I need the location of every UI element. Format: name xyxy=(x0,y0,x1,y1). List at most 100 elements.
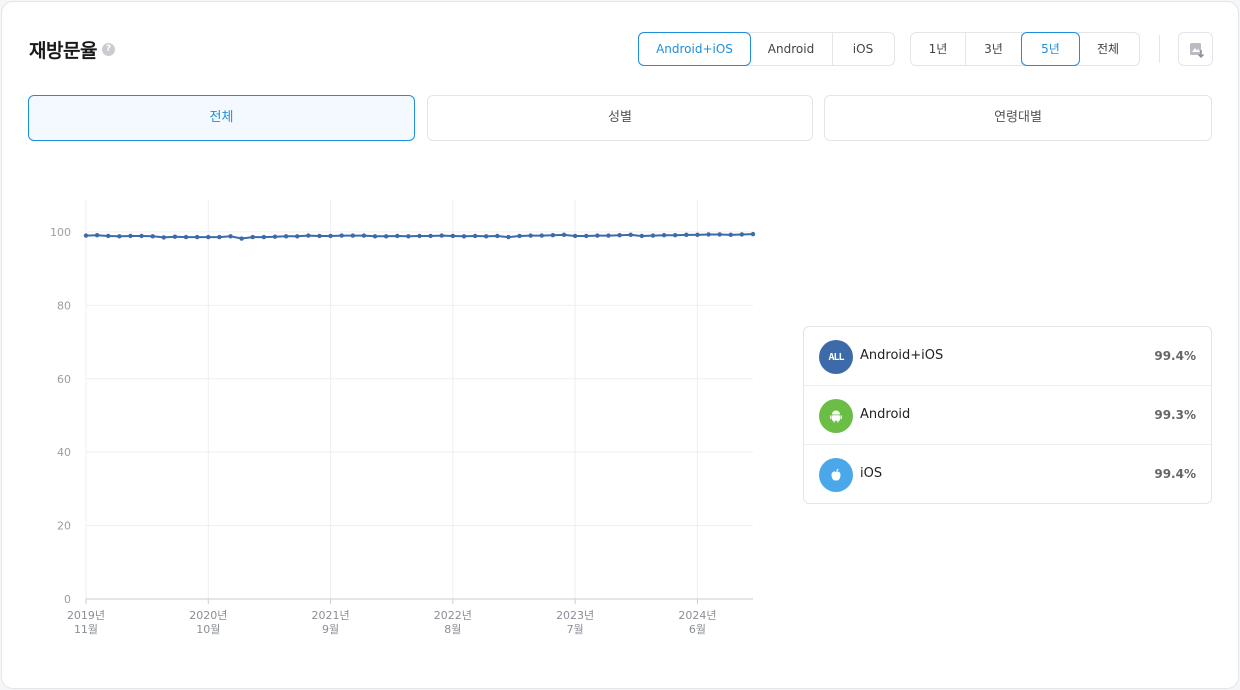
data-point xyxy=(328,233,333,239)
data-point xyxy=(750,231,756,237)
data-point xyxy=(228,234,233,239)
legend-value: 99.4% xyxy=(1154,467,1196,481)
apple-icon xyxy=(819,458,853,492)
period-option-3y[interactable]: 3년 xyxy=(966,33,1022,65)
legend-item-all: ALL Android+iOS 99.4% xyxy=(804,327,1211,386)
x-tick-label: 6월 xyxy=(689,623,706,636)
x-tick-label: 11월 xyxy=(74,623,98,636)
tab-gender[interactable]: 성별 xyxy=(427,95,813,141)
period-option-1y[interactable]: 1년 xyxy=(911,33,966,65)
data-point xyxy=(695,232,700,238)
data-point xyxy=(206,234,211,240)
data-point xyxy=(83,233,89,238)
data-point xyxy=(472,233,478,239)
x-tick-label: 7월 xyxy=(567,623,584,636)
x-tick-label: 2023년 xyxy=(556,609,594,622)
data-point xyxy=(639,233,645,239)
data-point xyxy=(439,233,444,238)
data-point xyxy=(650,233,656,238)
data-point xyxy=(450,233,456,239)
legend-item-android: Android 99.3% xyxy=(804,386,1211,445)
platform-option-android[interactable]: Android xyxy=(750,33,833,65)
data-point xyxy=(306,233,311,238)
data-point xyxy=(672,233,678,238)
platform-option-all[interactable]: Android+iOS xyxy=(638,32,751,66)
data-point xyxy=(417,233,422,239)
android-icon xyxy=(819,399,853,433)
data-point xyxy=(106,233,111,239)
legend-panel: ALL Android+iOS 99.4% Android 99.3% iOS xyxy=(803,326,1212,504)
data-point xyxy=(194,234,200,240)
x-tick-label: 2022년 xyxy=(434,609,472,622)
data-point xyxy=(461,234,467,239)
x-tick-label: 10월 xyxy=(196,623,220,636)
data-point xyxy=(172,234,178,239)
data-point xyxy=(517,233,522,239)
download-image-icon xyxy=(1190,43,1205,59)
data-point xyxy=(295,234,300,239)
data-point xyxy=(661,233,667,238)
data-point xyxy=(283,234,289,239)
segment-tabs: 전체 성별 연령대별 xyxy=(28,95,1212,141)
data-point xyxy=(484,234,489,239)
y-tick-label: 0 xyxy=(64,593,71,606)
data-point xyxy=(739,232,745,237)
data-point xyxy=(161,235,167,240)
platform-filter: Android+iOS Android iOS xyxy=(638,32,895,66)
data-point xyxy=(561,232,567,238)
x-tick-label: 8월 xyxy=(444,623,461,636)
data-point xyxy=(684,232,689,238)
help-icon[interactable]: ? xyxy=(102,43,115,56)
data-point xyxy=(361,233,367,238)
period-option-all[interactable]: 전체 xyxy=(1079,33,1137,65)
data-point xyxy=(706,232,711,237)
x-tick-label: 2019년 xyxy=(67,609,105,622)
data-point xyxy=(128,233,133,239)
data-point xyxy=(406,234,411,239)
tab-age-group[interactable]: 연령대별 xyxy=(824,95,1212,141)
data-point xyxy=(239,236,244,241)
data-point xyxy=(372,234,378,239)
data-point xyxy=(350,233,355,238)
data-point xyxy=(717,232,722,237)
legend-label: Android xyxy=(860,407,911,422)
data-point xyxy=(383,234,389,239)
x-tick-label: 9월 xyxy=(322,623,339,636)
data-point xyxy=(94,233,100,238)
page-title: 재방문율 xyxy=(29,40,97,62)
data-point xyxy=(572,233,578,239)
data-point xyxy=(584,233,589,239)
data-point xyxy=(117,234,122,239)
x-tick-label: 2024년 xyxy=(678,609,716,622)
data-point xyxy=(506,234,511,240)
data-point xyxy=(550,233,556,238)
all-icon: ALL xyxy=(819,340,853,374)
y-tick-label: 80 xyxy=(57,299,71,312)
download-image-button[interactable] xyxy=(1178,32,1213,66)
data-point xyxy=(261,234,267,240)
data-point xyxy=(395,233,400,239)
x-tick-label: 2020년 xyxy=(189,609,227,622)
data-point xyxy=(728,232,733,238)
data-point xyxy=(495,233,500,239)
data-point xyxy=(272,234,278,239)
data-point xyxy=(606,233,611,238)
data-point xyxy=(628,232,633,238)
toolbar-divider xyxy=(1159,35,1160,63)
x-tick-label: 2021년 xyxy=(312,609,350,622)
tab-overall[interactable]: 전체 xyxy=(28,95,415,141)
platform-option-ios[interactable]: iOS xyxy=(833,33,893,65)
y-tick-label: 20 xyxy=(57,520,71,533)
data-point xyxy=(150,234,155,239)
period-option-5y[interactable]: 5년 xyxy=(1021,32,1080,66)
data-point xyxy=(139,233,144,239)
y-tick-label: 40 xyxy=(57,446,71,459)
legend-value: 99.4% xyxy=(1154,349,1196,363)
y-tick-label: 100 xyxy=(50,226,71,239)
legend-label: Android+iOS xyxy=(860,348,944,363)
legend-value: 99.3% xyxy=(1154,408,1196,422)
data-point xyxy=(317,233,322,239)
legend-item-ios: iOS 99.4% xyxy=(804,445,1211,504)
legend-label: iOS xyxy=(860,466,883,481)
y-tick-label: 60 xyxy=(57,373,71,386)
